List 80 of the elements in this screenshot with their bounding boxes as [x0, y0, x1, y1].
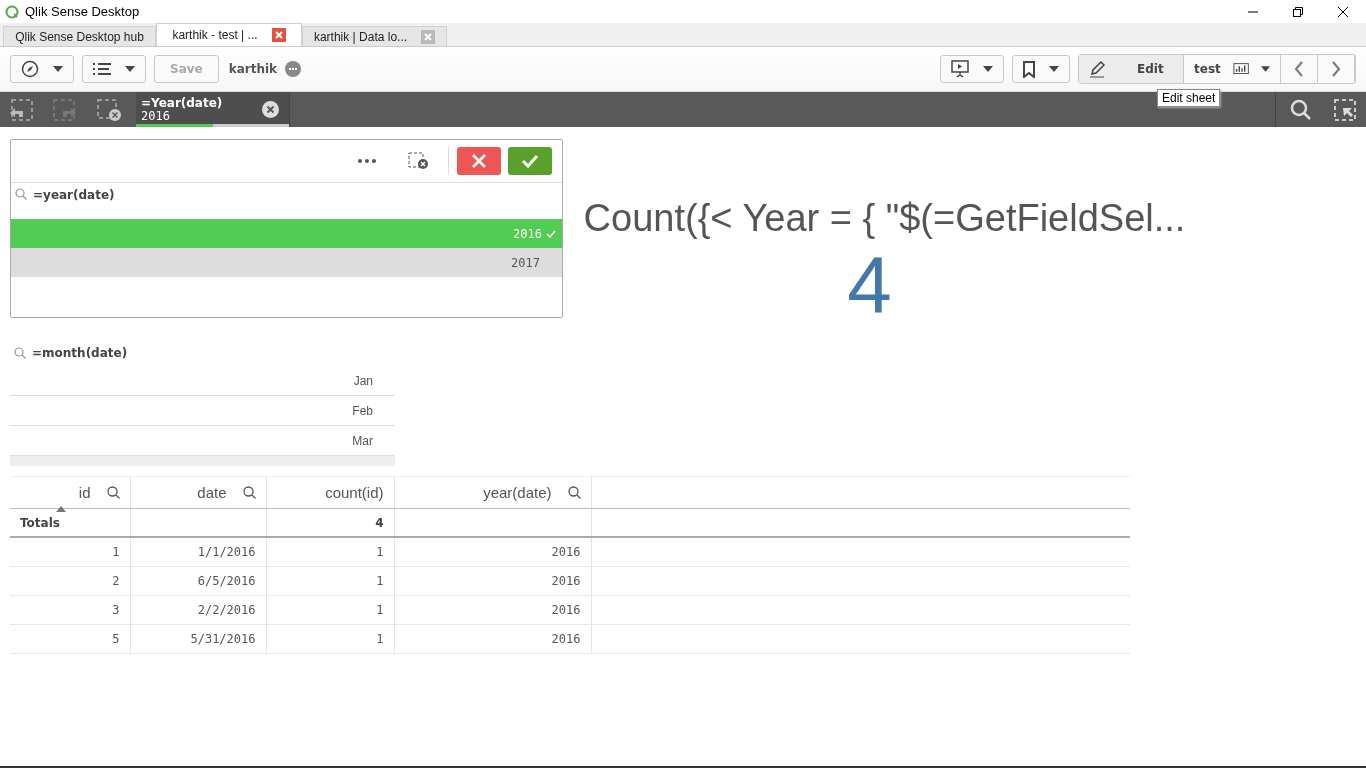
search-icon: [15, 188, 27, 200]
search-icon[interactable]: [1290, 98, 1312, 121]
scrollbar[interactable]: [10, 456, 395, 466]
kpi-value: 4: [847, 240, 892, 330]
step-back-icon[interactable]: [8, 97, 34, 122]
caret-icon: [1261, 66, 1270, 72]
close-icon[interactable]: [1337, 5, 1349, 18]
caret-icon: [983, 66, 993, 72]
column-header[interactable]: id: [10, 476, 130, 509]
checkmark-icon: [521, 154, 539, 168]
tooltip: Edit sheet: [1157, 89, 1221, 107]
browser-tab[interactable]: Qlik Sense Desktop hub: [3, 26, 156, 46]
cancel-selection-button[interactable]: [457, 147, 501, 175]
search-icon[interactable]: [567, 486, 581, 499]
browser-tab[interactable]: karthik - test | ...: [156, 23, 302, 46]
table-cell: 3: [10, 595, 130, 625]
table-cell: 2016: [394, 624, 591, 654]
previous-sheet-button[interactable]: [1281, 55, 1318, 83]
listbox-item[interactable]: 2017: [11, 248, 562, 277]
edit-button[interactable]: Edit: [1079, 55, 1184, 83]
sheet-button[interactable]: test: [1184, 55, 1281, 83]
column-header[interactable]: year(date): [394, 476, 591, 509]
caret-icon: [125, 66, 135, 72]
search-icon[interactable]: [242, 486, 256, 499]
table-cell: 1: [266, 624, 394, 654]
chart-icon: [1232, 61, 1249, 77]
listbox-title: =year(date): [33, 188, 115, 202]
table-cell: 2/2/2016: [130, 595, 266, 625]
window-title: Qlik Sense Desktop: [25, 4, 140, 19]
restore-icon[interactable]: [1292, 5, 1304, 18]
table-cell: 5/31/2016: [130, 624, 266, 654]
presentation-icon: [951, 60, 969, 78]
table-cell: 2: [10, 566, 130, 596]
pencil-icon: [1089, 60, 1107, 78]
compass-icon: [21, 60, 39, 78]
browser-tab[interactable]: karthik | Data lo...: [302, 26, 447, 46]
clear-selections-icon[interactable]: [96, 97, 122, 122]
total-value: 4: [375, 515, 384, 530]
app-name: karthik: [228, 62, 278, 76]
totals-label: Totals: [20, 515, 60, 530]
table-cell: 2016: [394, 595, 591, 625]
menu-button[interactable]: [82, 55, 146, 83]
table-cell: 1: [266, 537, 394, 567]
chevron-left-icon: [1294, 61, 1304, 77]
selection-value: 2016: [141, 109, 170, 123]
checkmark-icon: [546, 229, 556, 238]
sort-arrow-icon: [56, 506, 66, 512]
list-icon: [93, 62, 111, 76]
app-logo-icon: [5, 4, 19, 19]
table-cell: 2016: [394, 566, 591, 596]
clear-selections-icon[interactable]: [408, 152, 430, 170]
selection-chip[interactable]: =Year(date) 2016: [136, 92, 290, 127]
search-icon[interactable]: [106, 486, 120, 499]
selection-field: =Year(date): [141, 96, 223, 110]
table-cell: 1: [266, 566, 394, 596]
table-cell: 6/5/2016: [130, 566, 266, 596]
selections-tool-icon[interactable]: [1334, 98, 1356, 121]
navigation-button[interactable]: [10, 55, 74, 83]
more-icon[interactable]: [358, 159, 376, 163]
bookmark-icon: [1023, 60, 1035, 78]
column-header[interactable]: date: [130, 476, 266, 509]
bookmark-button[interactable]: [1012, 55, 1070, 83]
present-button[interactable]: [940, 55, 1004, 83]
listbox-title: =month(date): [32, 346, 128, 360]
table-cell: 5: [10, 624, 130, 654]
table-cell: 1: [10, 537, 130, 567]
search-icon: [14, 347, 26, 359]
caret-icon: [53, 66, 63, 72]
confirm-selection-button[interactable]: [508, 147, 552, 175]
close-icon: [471, 153, 487, 169]
column-header[interactable]: count(id): [266, 476, 394, 509]
close-icon[interactable]: [262, 101, 280, 118]
caret-icon: [1049, 66, 1059, 72]
more-icon: [285, 61, 302, 77]
next-sheet-button[interactable]: [1318, 55, 1355, 83]
table-cell: 1/1/2016: [130, 537, 266, 567]
kpi-title: Count({< Year = { "$(=GetFieldSel...: [583, 197, 1186, 240]
chevron-right-icon: [1331, 61, 1341, 77]
table-cell: 2016: [394, 537, 591, 567]
table-cell: 1: [266, 595, 394, 625]
